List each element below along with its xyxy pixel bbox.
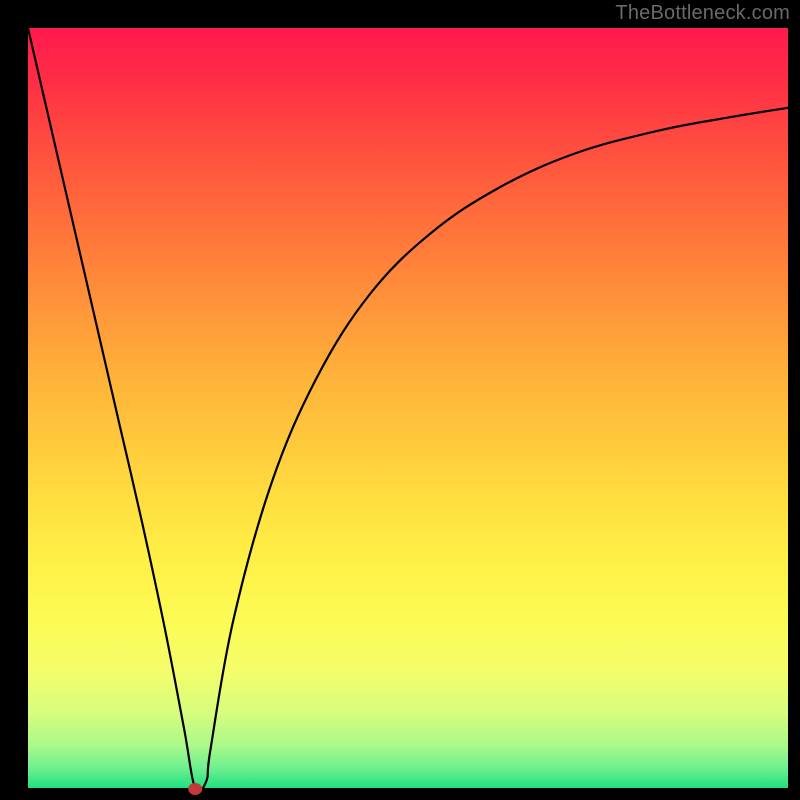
- bottleneck-chart: [0, 0, 800, 800]
- minimum-marker-icon: [188, 783, 202, 795]
- chart-frame: TheBottleneck.com: [0, 0, 800, 800]
- watermark-text: TheBottleneck.com: [615, 2, 790, 25]
- gradient-background: [28, 28, 788, 788]
